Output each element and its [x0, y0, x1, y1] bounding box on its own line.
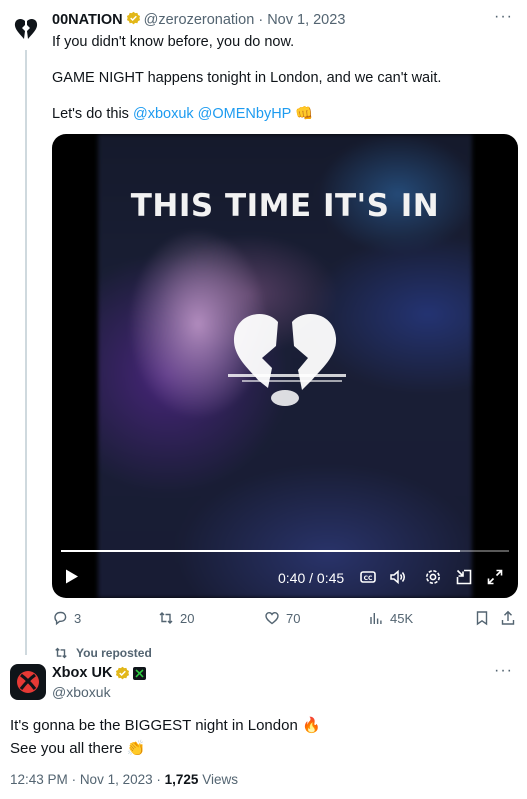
bookmark-icon — [476, 611, 488, 626]
author-name[interactable]: 00NATION — [52, 12, 123, 28]
repost-author-handle[interactable]: @xboxuk — [52, 684, 111, 700]
repost-line-2: See you all there 👏 — [10, 740, 146, 757]
captions-icon[interactable]: CC — [359, 568, 377, 586]
fullscreen-icon[interactable] — [486, 568, 504, 586]
post-date[interactable]: Nov 1, 2023 — [80, 772, 153, 787]
settings-gear-icon[interactable] — [424, 568, 442, 586]
repost-more-options-button[interactable]: ··· — [494, 662, 513, 680]
video-player[interactable]: THIS TIME IT'S IN 0:40 / 0:45 CC — [52, 134, 518, 598]
repost-body: It's gonna be the BIGGEST night in Londo… — [10, 714, 321, 760]
dot-separator: · — [258, 12, 264, 28]
reply-count: 3 — [74, 610, 82, 626]
volume-icon[interactable] — [389, 568, 407, 586]
post-metadata: 12:43 PM · Nov 1, 2023 · 1,725 Views — [10, 772, 238, 787]
share-button[interactable] — [500, 610, 516, 626]
post-views-label: Views — [202, 772, 238, 787]
like-count: 70 — [286, 610, 301, 626]
bookmark-button[interactable] — [474, 610, 490, 626]
video-overlay-text: THIS TIME IT'S IN — [130, 188, 440, 224]
mention-omenbyhp[interactable]: @OMENbyHP — [198, 106, 291, 122]
post-time[interactable]: 12:43 PM — [10, 772, 68, 787]
author-handle[interactable]: @zerozeronation — [144, 12, 255, 28]
repost-button[interactable]: 20 — [158, 610, 194, 626]
tweet-date[interactable]: Nov 1, 2023 — [267, 12, 345, 28]
repost-indicator: You reposted — [54, 646, 152, 660]
thread-line — [25, 50, 27, 655]
affiliate-badge-icon[interactable] — [133, 666, 147, 680]
repost-count: 20 — [180, 610, 195, 626]
post-view-count: 1,725 — [164, 772, 199, 787]
mention-xboxuk[interactable]: @xboxuk — [133, 106, 194, 122]
tweet-line-1: If you didn't know before, you do now. — [52, 34, 295, 50]
tweet-text-prefix: Let's do this — [52, 106, 133, 122]
fist-emoji: 👊 — [295, 106, 314, 122]
svg-text:CC: CC — [364, 575, 373, 582]
tweet-actions: 3 20 70 45K — [0, 610, 527, 630]
like-button[interactable]: 70 — [264, 610, 300, 626]
tweet-line-2: GAME NIGHT happens tonight in London, an… — [52, 70, 442, 86]
verified-badge-icon — [115, 666, 130, 681]
repost-label: You reposted — [76, 646, 152, 660]
tweet-header: 00NATION @zerozeronation · Nov 1, 2023 — [52, 11, 345, 28]
view-count: 45K — [390, 610, 414, 626]
play-icon[interactable] — [65, 569, 79, 584]
video-progress-bar[interactable] — [61, 550, 509, 552]
share-icon — [501, 610, 515, 625]
video-progress-fill — [61, 550, 460, 552]
repost-author: Xbox UK — [52, 665, 147, 681]
repost-author-name[interactable]: Xbox UK — [52, 665, 112, 681]
xbox-logo-icon — [17, 671, 39, 693]
reply-icon — [54, 611, 67, 626]
broken-heart-logo-icon — [14, 18, 38, 39]
video-controls: 0:40 / 0:45 CC — [52, 564, 518, 590]
broken-heart-video-logo-icon — [228, 314, 346, 406]
repost-indicator-icon — [55, 647, 67, 659]
verified-badge-icon — [126, 11, 141, 26]
picture-in-picture-icon[interactable] — [455, 568, 473, 586]
analytics-icon — [370, 613, 382, 624]
heart-icon — [265, 611, 279, 625]
repost-line-1: It's gonna be the BIGGEST night in Londo… — [10, 717, 321, 734]
more-options-button[interactable]: ··· — [494, 8, 513, 26]
repost-icon — [159, 612, 173, 624]
views-button[interactable]: 45K — [368, 610, 413, 626]
video-time: 0:40 / 0:45 — [278, 570, 345, 586]
avatar[interactable] — [10, 664, 46, 700]
reply-button[interactable]: 3 — [52, 610, 81, 626]
tweet-line-3: Let's do this @xboxuk @OMENbyHP 👊 — [52, 105, 313, 123]
avatar[interactable] — [12, 16, 40, 44]
